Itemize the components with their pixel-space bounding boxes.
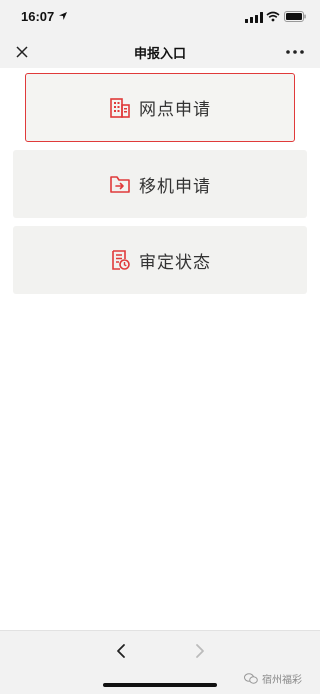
status-bar: 16:07 [0,0,320,36]
menu-item-outlet-application[interactable]: 网点申请 [25,73,295,142]
nav-bar: 申报入口 [0,36,320,68]
more-options-icon[interactable] [284,44,306,60]
menu-item-label: 网点申请 [139,100,211,120]
location-arrow-icon [59,12,67,20]
status-time: 16:07 [21,9,55,24]
page-title: 申报入口 [133,47,186,62]
wifi-icon [266,11,280,22]
wechat-icon [244,673,258,684]
watermark-text: 宿州福彩 [262,675,302,686]
cellular-signal-icon [245,12,263,23]
watermark: 宿州福彩 [244,671,302,686]
back-arrow-icon[interactable] [114,643,128,659]
battery-icon [284,11,306,22]
menu-item-relocation-application[interactable]: 移机申请 [13,150,307,218]
home-indicator [103,683,217,687]
folder-move-icon [110,176,130,193]
building-icon [110,97,130,118]
menu-item-review-status[interactable]: 审定状态 [13,226,307,294]
menu-item-label: 审定状态 [139,252,211,273]
document-clock-icon [112,250,130,270]
forward-arrow-icon [196,644,204,658]
menu-item-label: 移机申请 [139,176,211,197]
